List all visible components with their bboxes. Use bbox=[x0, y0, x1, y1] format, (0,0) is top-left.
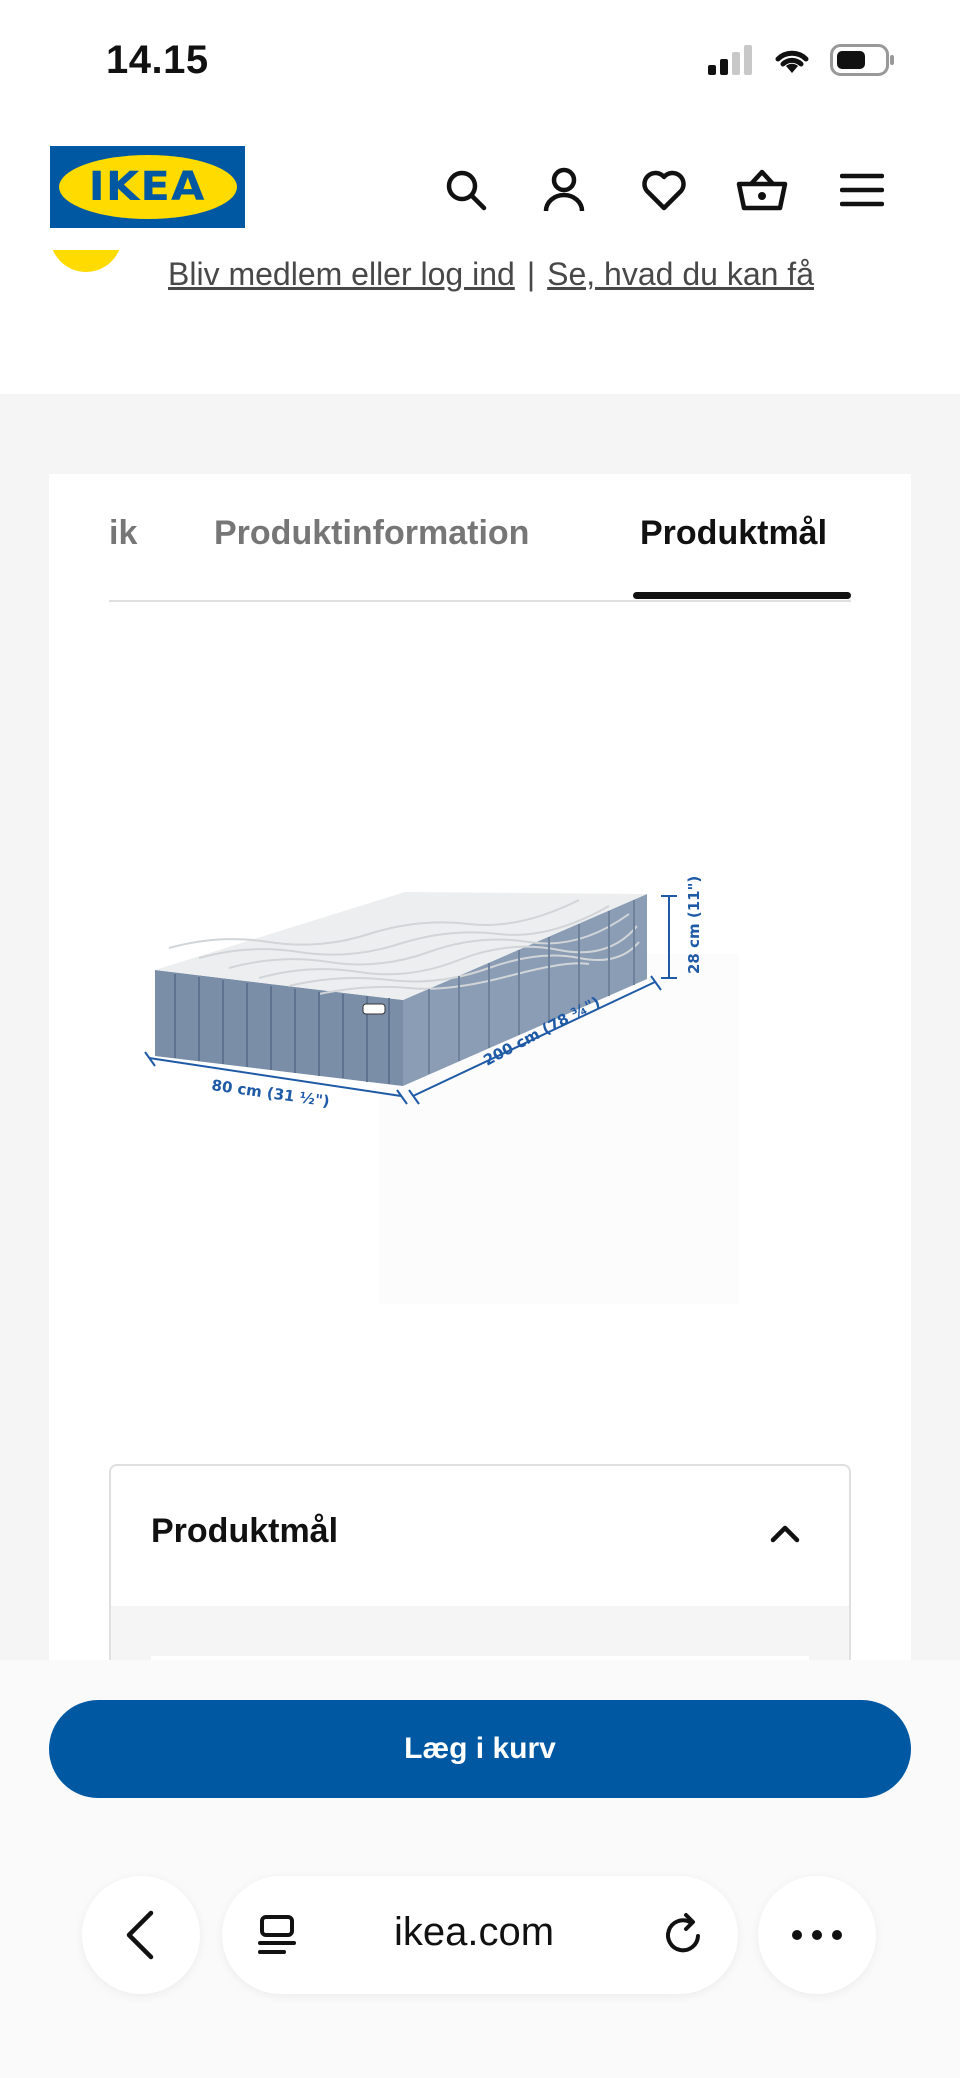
basket-icon[interactable] bbox=[734, 162, 790, 218]
status-icons bbox=[708, 44, 896, 76]
member-banner: Bliv medlem eller log ind | Se, hvad du ka… bbox=[0, 250, 960, 394]
ikea-logo[interactable]: IKEA bbox=[50, 146, 245, 228]
join-login-link[interactable]: Bliv medlem eller log ind bbox=[168, 256, 515, 292]
sticky-bottom-bar: Læg i kurv ikea.com bbox=[0, 1660, 960, 2078]
logo-text: IKEA bbox=[89, 164, 206, 210]
reader-mode-icon[interactable] bbox=[258, 1914, 298, 1956]
chevron-up-icon[interactable] bbox=[767, 1516, 803, 1552]
product-tabs: ik Produktinformation Produktmål bbox=[109, 474, 851, 602]
dimensions-accordion[interactable]: Produktmål bbox=[109, 1464, 851, 1660]
status-time: 14.15 bbox=[106, 38, 209, 82]
url-text: ikea.com bbox=[394, 1910, 555, 1954]
active-tab-indicator bbox=[633, 592, 851, 599]
wifi-icon bbox=[775, 50, 809, 73]
mattress-dimensions-image: 80 cm (31 ½") 200 cm (78 ¾") 28 cm (11") bbox=[144, 876, 739, 1304]
accordion-body bbox=[111, 1606, 849, 1660]
heart-icon[interactable] bbox=[636, 162, 692, 218]
add-to-cart-button[interactable]: Læg i kurv bbox=[49, 1700, 911, 1798]
tab-product-information[interactable]: Produktinformation bbox=[214, 514, 529, 553]
member-badge-icon bbox=[50, 250, 122, 272]
cellular-signal-icon bbox=[708, 45, 752, 75]
width-dimension-label: 80 cm (31 ½") bbox=[210, 1076, 330, 1110]
profile-icon[interactable] bbox=[536, 162, 592, 218]
accordion-title: Produktmål bbox=[151, 1512, 339, 1550]
chevron-left-icon bbox=[126, 1910, 154, 1960]
back-button[interactable] bbox=[82, 1876, 200, 1994]
tab-product-dimensions[interactable]: Produktmål bbox=[640, 514, 827, 553]
more-icon bbox=[792, 1930, 842, 1940]
link-separator: | bbox=[526, 256, 536, 292]
content-area: ik Produktinformation Produktmål 80 cm (… bbox=[0, 394, 960, 1660]
reload-icon[interactable] bbox=[662, 1912, 706, 1958]
more-options-button[interactable] bbox=[758, 1876, 876, 1994]
product-details-card: ik Produktinformation Produktmål 80 cm (… bbox=[49, 474, 911, 1660]
status-bar: 14.15 bbox=[0, 0, 960, 130]
search-icon[interactable] bbox=[438, 162, 494, 218]
member-benefits-link[interactable]: Se, hvad du kan få bbox=[547, 256, 814, 292]
site-header: IKEA bbox=[0, 130, 960, 250]
address-bar[interactable]: ikea.com bbox=[222, 1876, 738, 1994]
battery-icon bbox=[830, 44, 894, 76]
menu-icon[interactable] bbox=[834, 162, 890, 218]
height-dimension-label: 28 cm (11") bbox=[685, 876, 703, 974]
tab-partial[interactable]: ik bbox=[109, 514, 137, 553]
